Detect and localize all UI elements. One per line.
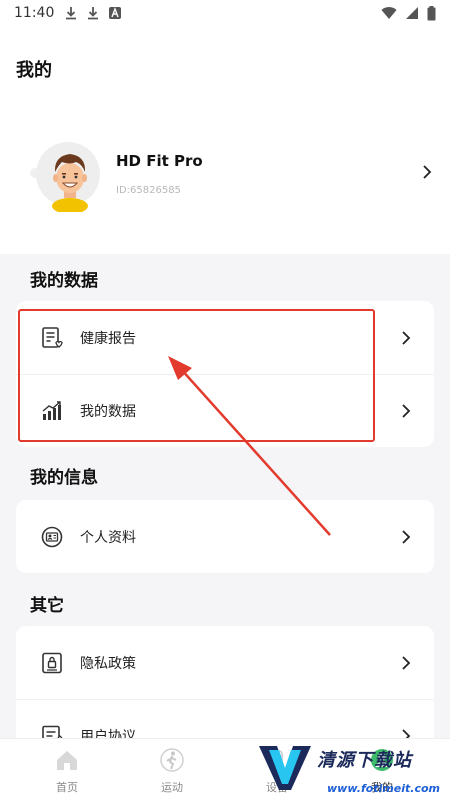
chevron-right-icon bbox=[402, 655, 411, 670]
status-bar: 11:40 bbox=[0, 0, 450, 26]
download-icon bbox=[66, 7, 77, 20]
section-title-my-data: 我的数据 bbox=[30, 271, 98, 291]
menu-item-profile[interactable]: 个人资料 bbox=[16, 500, 434, 573]
signal-icon bbox=[406, 7, 418, 19]
device-icon bbox=[271, 750, 283, 770]
tab-label: 首页 bbox=[56, 781, 78, 794]
menu-item-my-data[interactable]: 我的数据 bbox=[16, 374, 434, 447]
section-title-my-info: 我的信息 bbox=[30, 468, 98, 488]
battery-icon bbox=[427, 5, 436, 20]
health-report-icon bbox=[42, 326, 63, 348]
tab-label: 设备 bbox=[266, 781, 288, 794]
tab-label: 运动 bbox=[161, 781, 183, 794]
chevron-right-icon bbox=[402, 330, 411, 345]
avatar[interactable] bbox=[30, 140, 102, 212]
menu-item-label: 健康报告 bbox=[80, 330, 136, 347]
menu-item-health-report[interactable]: 健康报告 bbox=[16, 301, 434, 374]
tab-sport[interactable]: 运动 bbox=[132, 739, 212, 800]
user-icon bbox=[371, 749, 393, 771]
privacy-lock-icon bbox=[42, 652, 62, 673]
bar-chart-icon bbox=[42, 401, 61, 420]
home-icon bbox=[57, 751, 77, 770]
running-icon bbox=[160, 748, 184, 772]
menu-item-label: 隐私政策 bbox=[80, 655, 136, 672]
status-time: 11:40 bbox=[14, 5, 55, 21]
chevron-right-icon bbox=[402, 404, 411, 418]
my-info-card: 个人资料 bbox=[16, 500, 434, 573]
tab-mine[interactable]: 我的 bbox=[342, 739, 422, 800]
tab-device[interactable]: 设备 bbox=[237, 739, 317, 800]
wifi-icon bbox=[381, 7, 397, 20]
menu-item-label: 我的数据 bbox=[80, 404, 136, 420]
section-title-other: 其它 bbox=[30, 596, 64, 616]
menu-item-privacy-policy[interactable]: 隐私政策 bbox=[16, 626, 434, 699]
status-right-icons bbox=[381, 5, 436, 21]
chevron-right-icon[interactable] bbox=[420, 164, 434, 180]
tab-label: 我的 bbox=[371, 781, 393, 794]
chevron-right-icon bbox=[402, 529, 411, 544]
profile-id: ID:65826585 bbox=[116, 185, 181, 196]
bottom-tab-bar: 首页 运动 设备 我的 bbox=[0, 738, 450, 800]
profile-row[interactable]: HD Fit Pro ID:65826585 bbox=[30, 140, 440, 212]
my-data-card: 健康报告 我的数据 bbox=[16, 301, 434, 447]
page-title: 我的 bbox=[16, 60, 52, 81]
tab-home[interactable]: 首页 bbox=[27, 739, 107, 800]
menu-item-label: 个人资料 bbox=[80, 529, 136, 546]
profile-card-icon bbox=[41, 526, 63, 547]
profile-name: HD Fit Pro bbox=[116, 152, 203, 170]
download-icon bbox=[88, 7, 99, 20]
notification-a-icon bbox=[109, 7, 122, 19]
cartoon-avatar-icon bbox=[52, 154, 88, 212]
